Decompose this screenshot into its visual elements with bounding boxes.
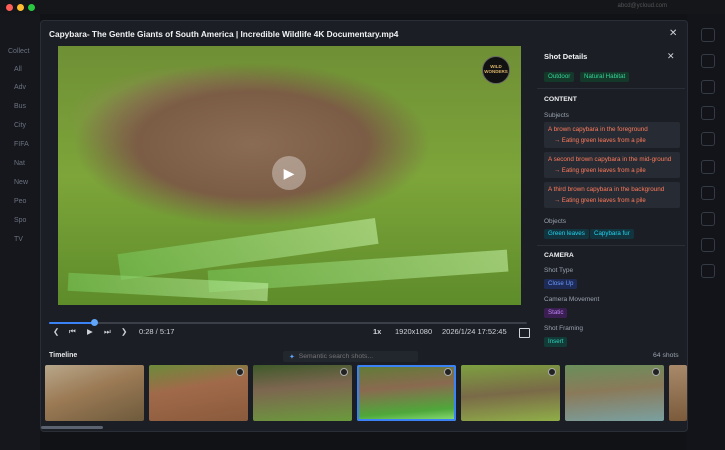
subject-action: → Eating green leaves from a pile: [554, 137, 646, 144]
camera-movement-tag: Static: [544, 308, 568, 318]
maximize-window-button[interactable]: [28, 4, 35, 11]
divider: [537, 88, 685, 89]
background-sidebar: Collect All Adv Bus City FIFA Nat New Pe…: [0, 14, 40, 450]
camera-icon[interactable]: [701, 160, 715, 174]
thumbnail-strip: [45, 365, 687, 421]
video-detail-modal: Capybara- The Gentle Giants of South Ame…: [40, 20, 688, 432]
map-pin-icon[interactable]: [701, 54, 715, 68]
tag-icon[interactable]: [701, 264, 715, 278]
sidebar-item[interactable]: Bus: [14, 103, 26, 110]
heart-icon[interactable]: [701, 212, 715, 226]
semantic-search-box[interactable]: ✦: [283, 351, 418, 362]
shield-icon[interactable]: [701, 28, 715, 42]
shot-thumbnail[interactable]: [461, 365, 560, 421]
shot-thumbnail[interactable]: [565, 365, 664, 421]
object-tag: Green leaves: [544, 229, 589, 239]
subject-action: → Eating green leaves from a pile: [554, 167, 646, 174]
sidebar-item[interactable]: FIFA: [14, 141, 29, 148]
shot-thumbnail[interactable]: [45, 365, 144, 421]
time-display: 0:28 / 5:17: [139, 327, 175, 336]
progress-track[interactable]: [49, 319, 527, 326]
skip-back-icon[interactable]: ⏮: [69, 327, 76, 337]
shot-framing-label: Shot Framing: [544, 325, 584, 332]
window-icon[interactable]: [701, 106, 715, 120]
date-label: 2026/1/24 17:52:45: [442, 327, 507, 336]
sidebar-item[interactable]: All: [14, 66, 22, 73]
progress-fill: [49, 322, 94, 324]
building-icon[interactable]: [701, 132, 715, 146]
shot-framing-tag: Insert: [544, 337, 568, 347]
chevron-left-icon[interactable]: ❮: [53, 327, 59, 336]
modal-title: Capybara- The Gentle Giants of South Ame…: [49, 29, 399, 39]
shot-thumbnail[interactable]: [669, 365, 687, 421]
playback-speed-button[interactable]: 1x: [373, 327, 381, 336]
background-right-rail: [687, 14, 725, 450]
subject-name: A third brown capybara in the background: [548, 186, 665, 193]
subject-name: A second brown capybara in the mid-groun…: [548, 156, 672, 163]
scene-tag: Natural Habitat: [580, 72, 630, 82]
subject-card[interactable]: A second brown capybara in the mid-groun…: [544, 152, 680, 178]
sparkle-icon: ✦: [289, 353, 295, 361]
shot-thumbnail[interactable]: [253, 365, 352, 421]
subject-card[interactable]: A brown capybara in the foreground → Eat…: [544, 122, 680, 148]
window-titlebar: abcd@ycloud.com: [0, 0, 725, 14]
channel-logo: WILD WONDERS: [482, 56, 510, 84]
shot-thumbnail-selected[interactable]: [357, 365, 456, 421]
sidebar-item[interactable]: TV: [14, 236, 23, 243]
subject-card[interactable]: A third brown capybara in the background…: [544, 182, 680, 208]
timeline-label: Timeline: [49, 352, 78, 359]
chevron-right-icon[interactable]: ❯: [121, 327, 127, 336]
subject-action: → Eating green leaves from a pile: [554, 197, 646, 204]
settings-icon[interactable]: [701, 238, 715, 252]
sidebar-item[interactable]: City: [14, 122, 26, 129]
horizontal-scrollbar[interactable]: [41, 426, 103, 429]
play-icon[interactable]: ▶: [87, 327, 93, 336]
objects-label: Objects: [544, 218, 567, 225]
shot-type-tag: Close Up: [544, 279, 578, 289]
progress-knob[interactable]: [90, 319, 98, 326]
object-tag: Capybara fur: [590, 229, 634, 239]
subject-name: A brown capybara in the foreground: [548, 126, 648, 133]
divider: [537, 245, 685, 246]
sidebar-item[interactable]: Nat: [14, 160, 25, 167]
minimize-window-button[interactable]: [17, 4, 24, 11]
sidebar-item[interactable]: Adv: [14, 84, 26, 91]
skip-forward-icon[interactable]: ⏭: [104, 327, 111, 337]
subjects-label: Subjects: [544, 112, 569, 119]
close-icon[interactable]: ✕: [669, 28, 677, 39]
sidebar-item[interactable]: Spo: [14, 217, 26, 224]
camera-heading: CAMERA: [544, 252, 574, 259]
shot-count: 64 shots: [653, 352, 679, 359]
shot-details-panel: Shot Details ✕ Outdoor Natural Habitat C…: [537, 46, 685, 347]
close-icon[interactable]: ✕: [667, 51, 675, 62]
semantic-search-input[interactable]: [298, 353, 409, 360]
player-controls: ❮ ⏮ ▶ ⏭ ❯ 0:28 / 5:17 1x 1920x1080 2026/…: [51, 327, 531, 341]
grid-icon[interactable]: [701, 80, 715, 94]
panel-title: Shot Details: [544, 52, 588, 61]
scene-tag: Outdoor: [544, 72, 575, 82]
close-window-button[interactable]: [6, 4, 13, 11]
camera-movement-label: Camera Movement: [544, 296, 600, 303]
shot-thumbnail[interactable]: [149, 365, 248, 421]
key-icon[interactable]: [701, 186, 715, 200]
content-heading: CONTENT: [544, 96, 577, 103]
resolution-label: 1920x1080: [395, 327, 433, 336]
user-email: abcd@ycloud.com: [617, 3, 667, 9]
sidebar-section-label: Collect: [8, 48, 30, 55]
panel-toggle-icon[interactable]: [519, 328, 530, 338]
play-overlay-button[interactable]: ▶: [272, 156, 306, 190]
sidebar-item[interactable]: New: [14, 179, 28, 186]
sidebar-item[interactable]: Peo: [14, 198, 26, 205]
shot-type-label: Shot Type: [544, 267, 574, 274]
video-player[interactable]: WILD WONDERS ▶: [58, 46, 521, 305]
